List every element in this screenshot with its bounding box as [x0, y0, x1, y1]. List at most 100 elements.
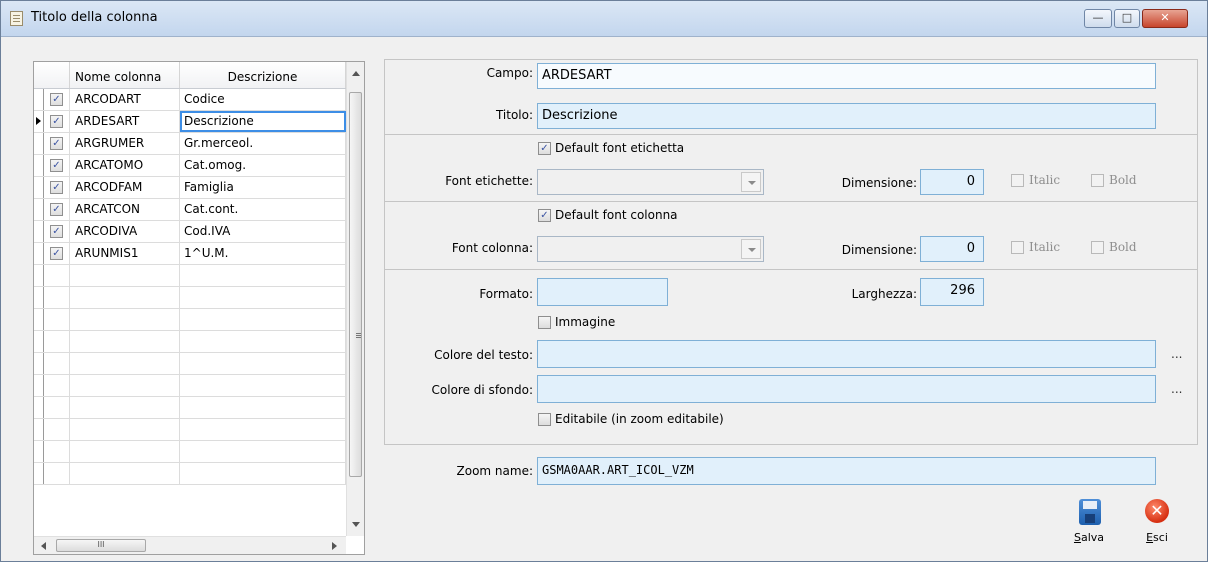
scroll-right-icon[interactable] — [332, 542, 337, 550]
larghezza-input[interactable]: 296 — [920, 278, 984, 306]
cell-descrizione[interactable] — [180, 463, 346, 484]
font-colonna-select[interactable] — [537, 236, 764, 262]
cell-nome-colonna[interactable]: ARCODFAM — [70, 177, 180, 198]
cell-nome-colonna[interactable]: ARCATCON — [70, 199, 180, 220]
campo-field[interactable]: ARDESART — [537, 63, 1156, 89]
empty-table-row[interactable] — [34, 419, 346, 441]
bold-etichetta-checkbox[interactable] — [1091, 174, 1104, 187]
bold-colonna-checkbox[interactable] — [1091, 241, 1104, 254]
horizontal-scrollbar[interactable]: III — [34, 536, 346, 554]
row-visible-checkbox[interactable]: ✓ — [50, 203, 63, 216]
colore-sfondo-input[interactable] — [537, 375, 1156, 403]
cell-descrizione[interactable] — [180, 353, 346, 374]
cell-descrizione[interactable]: Codice — [180, 89, 346, 110]
salva-button[interactable]: Salva — [1067, 497, 1111, 547]
cell-descrizione[interactable]: Cat.cont. — [180, 199, 346, 220]
cell-descrizione[interactable] — [180, 265, 346, 286]
cell-nome-colonna[interactable]: ARDESART — [70, 111, 180, 132]
minimize-button[interactable]: — — [1084, 9, 1112, 28]
scroll-left-icon[interactable] — [41, 542, 46, 550]
table-row[interactable]: ✓ ARCODIVA Cod.IVA — [34, 221, 346, 243]
cell-nome-colonna[interactable] — [70, 375, 180, 396]
chevron-down-icon[interactable] — [741, 239, 761, 259]
cell-descrizione[interactable] — [180, 309, 346, 330]
empty-table-row[interactable] — [34, 353, 346, 375]
formato-input[interactable] — [537, 278, 668, 306]
empty-table-row[interactable] — [34, 463, 346, 485]
row-visible-checkbox[interactable]: ✓ — [50, 159, 63, 172]
colore-testo-browse-button[interactable]: ... — [1171, 347, 1182, 361]
cell-descrizione[interactable] — [180, 287, 346, 308]
default-font-colonna-checkbox[interactable]: ✓ — [538, 209, 551, 222]
cell-nome-colonna[interactable] — [70, 441, 180, 462]
row-visible-checkbox[interactable]: ✓ — [50, 93, 63, 106]
empty-table-row[interactable] — [34, 397, 346, 419]
empty-table-row[interactable] — [34, 375, 346, 397]
default-font-etichetta-checkbox[interactable]: ✓ — [538, 142, 551, 155]
cell-nome-colonna[interactable]: ARCODART — [70, 89, 180, 110]
italic-colonna-checkbox[interactable] — [1011, 241, 1024, 254]
colore-sfondo-browse-button[interactable]: ... — [1171, 382, 1182, 396]
zoom-name-field[interactable]: GSMA0AAR.ART_ICOL_VZM — [537, 457, 1156, 485]
table-row[interactable]: ✓ ARCODART Codice — [34, 89, 346, 111]
cell-descrizione[interactable]: Cat.omog. — [180, 155, 346, 176]
cell-nome-colonna[interactable] — [70, 331, 180, 352]
cell-nome-colonna[interactable]: ARUNMIS1 — [70, 243, 180, 264]
cell-descrizione[interactable] — [180, 375, 346, 396]
empty-table-row[interactable] — [34, 309, 346, 331]
italic-etichetta-checkbox[interactable] — [1011, 174, 1024, 187]
colore-testo-input[interactable] — [537, 340, 1156, 368]
cell-nome-colonna[interactable] — [70, 353, 180, 374]
cell-nome-colonna[interactable] — [70, 265, 180, 286]
row-visible-checkbox[interactable]: ✓ — [50, 225, 63, 238]
header-descrizione[interactable]: Descrizione — [180, 62, 346, 88]
close-button[interactable]: ✕ — [1142, 9, 1188, 28]
horizontal-scroll-thumb[interactable]: III — [56, 539, 146, 552]
empty-table-row[interactable] — [34, 265, 346, 287]
cell-descrizione[interactable]: Famiglia — [180, 177, 346, 198]
row-visible-checkbox[interactable]: ✓ — [50, 247, 63, 260]
cell-descrizione[interactable] — [180, 419, 346, 440]
cell-nome-colonna[interactable] — [70, 397, 180, 418]
table-row[interactable]: ✓ ARDESART Descrizione — [34, 111, 346, 133]
maximize-button[interactable]: □ — [1114, 9, 1140, 28]
vertical-scroll-thumb[interactable] — [349, 92, 362, 477]
row-visible-checkbox[interactable]: ✓ — [50, 115, 63, 128]
cell-nome-colonna[interactable] — [70, 419, 180, 440]
dimensione-colonna-input[interactable]: 0 — [920, 236, 984, 262]
esci-button[interactable]: ✕ Esci — [1135, 497, 1179, 547]
table-row[interactable]: ✓ ARUNMIS1 1^U.M. — [34, 243, 346, 265]
cell-descrizione[interactable]: 1^U.M. — [180, 243, 346, 264]
vertical-scrollbar[interactable] — [346, 62, 364, 536]
cell-descrizione[interactable] — [180, 397, 346, 418]
cell-descrizione[interactable]: Gr.merceol. — [180, 133, 346, 154]
chevron-down-icon[interactable] — [741, 172, 761, 192]
cell-nome-colonna[interactable]: ARGRUMER — [70, 133, 180, 154]
cell-nome-colonna[interactable] — [70, 309, 180, 330]
cell-descrizione[interactable] — [180, 331, 346, 352]
cell-descrizione[interactable] — [180, 441, 346, 462]
table-row[interactable]: ✓ ARGRUMER Gr.merceol. — [34, 133, 346, 155]
table-row[interactable]: ✓ ARCODFAM Famiglia — [34, 177, 346, 199]
empty-table-row[interactable] — [34, 331, 346, 353]
immagine-checkbox[interactable] — [538, 316, 551, 329]
table-row[interactable]: ✓ ARCATOMO Cat.omog. — [34, 155, 346, 177]
dimensione-etichetta-input[interactable]: 0 — [920, 169, 984, 195]
table-row[interactable]: ✓ ARCATCON Cat.cont. — [34, 199, 346, 221]
cell-descrizione[interactable]: Descrizione — [180, 111, 346, 132]
header-nome-colonna[interactable]: Nome colonna — [70, 62, 180, 88]
empty-table-row[interactable] — [34, 287, 346, 309]
titolo-input[interactable]: Descrizione — [537, 103, 1156, 129]
cell-descrizione[interactable]: Cod.IVA — [180, 221, 346, 242]
cell-nome-colonna[interactable] — [70, 463, 180, 484]
cell-nome-colonna[interactable] — [70, 287, 180, 308]
row-visible-checkbox[interactable]: ✓ — [50, 137, 63, 150]
scroll-down-icon[interactable] — [352, 522, 360, 527]
editabile-checkbox[interactable] — [538, 413, 551, 426]
row-visible-checkbox[interactable]: ✓ — [50, 181, 63, 194]
font-etichette-select[interactable] — [537, 169, 764, 195]
cell-nome-colonna[interactable]: ARCATOMO — [70, 155, 180, 176]
scroll-up-icon[interactable] — [352, 71, 360, 76]
empty-table-row[interactable] — [34, 441, 346, 463]
cell-nome-colonna[interactable]: ARCODIVA — [70, 221, 180, 242]
